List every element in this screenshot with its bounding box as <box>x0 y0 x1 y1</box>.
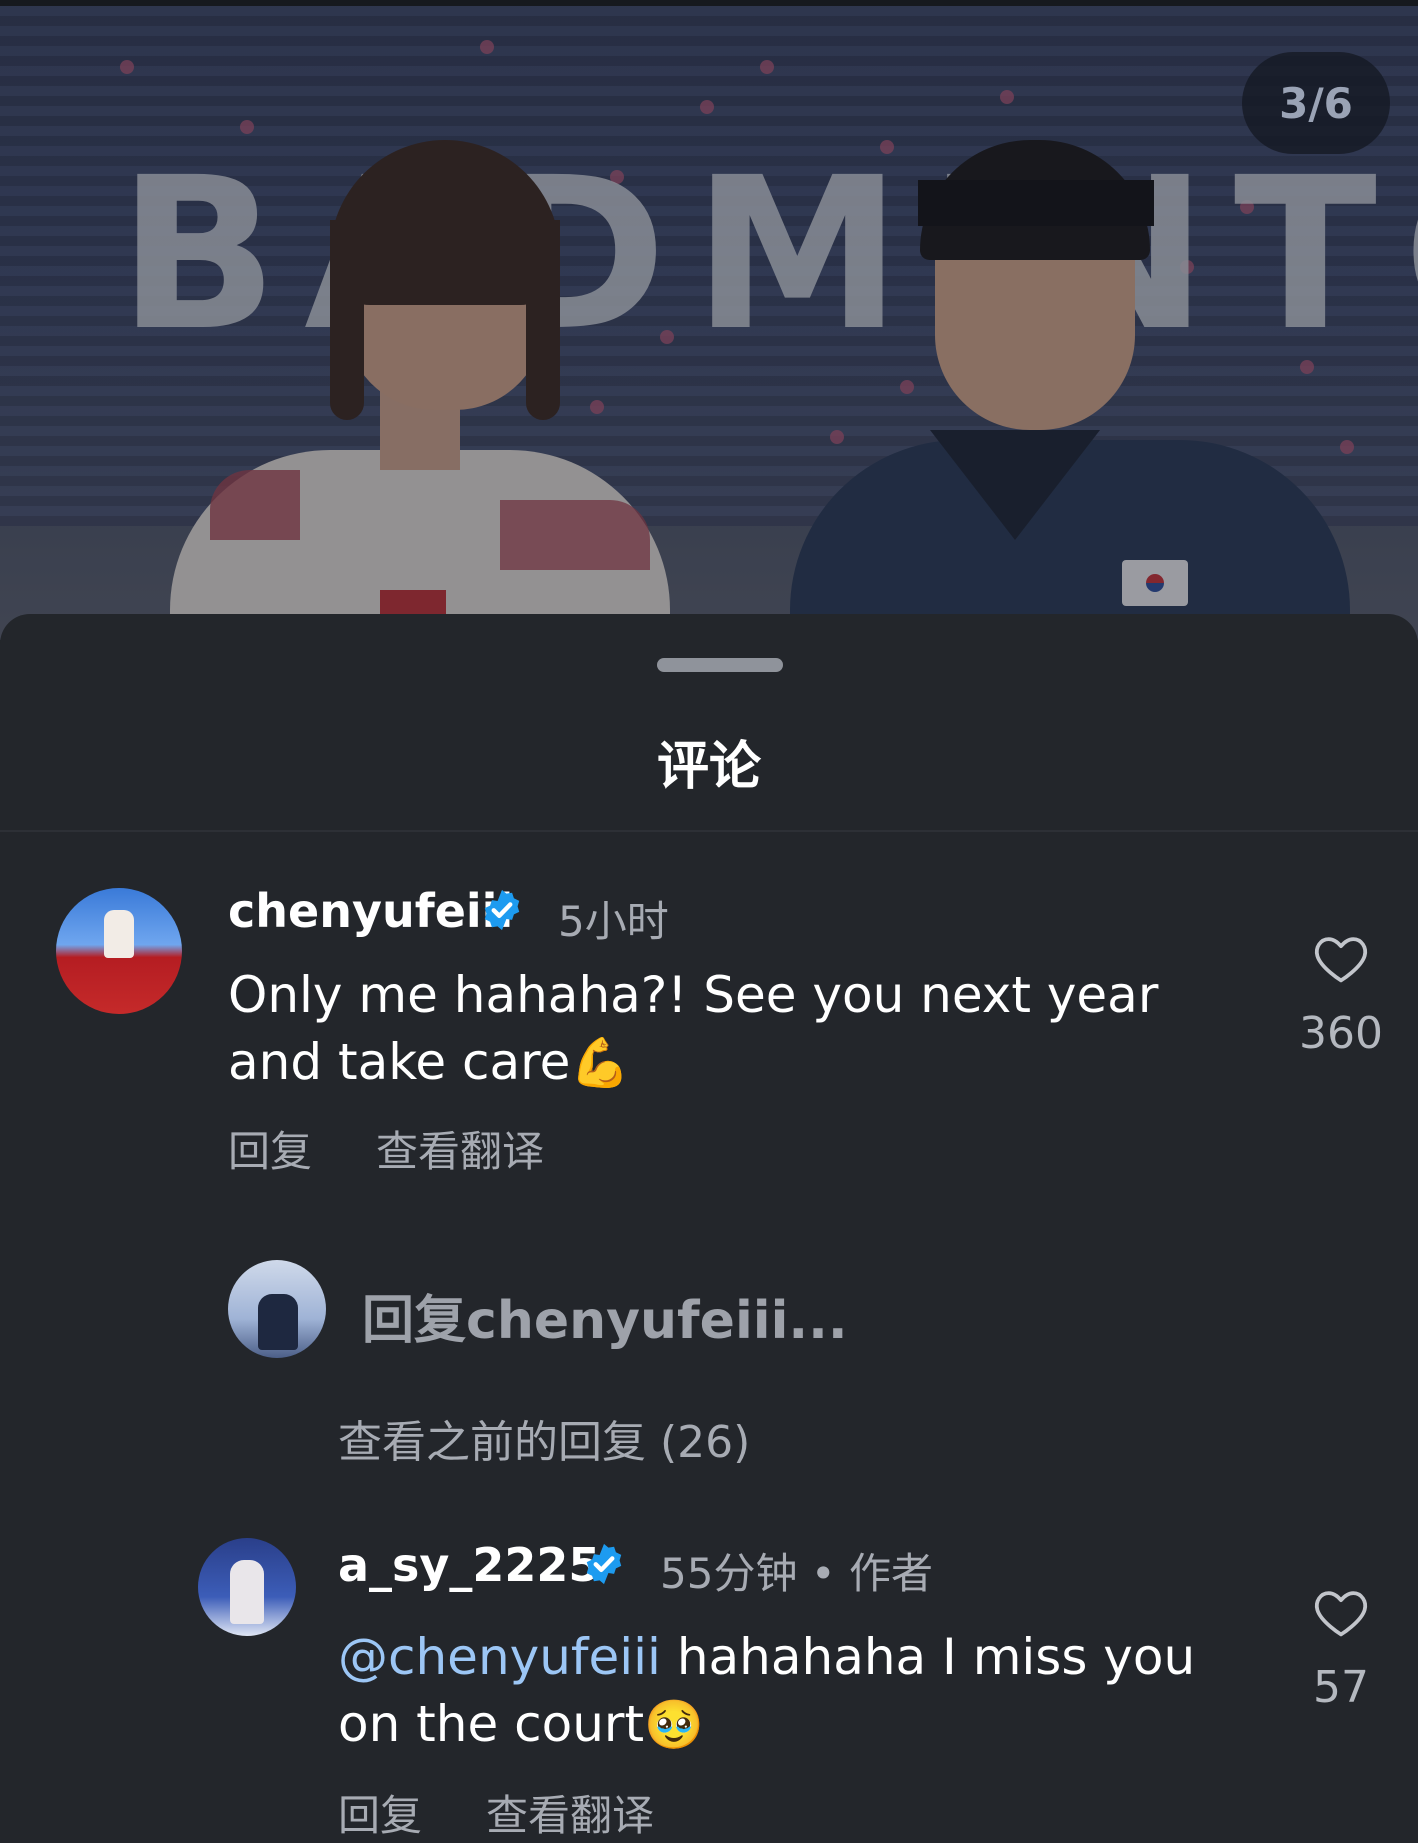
avatar[interactable] <box>198 1538 296 1636</box>
sheet-drag-handle[interactable] <box>657 658 783 672</box>
avatar-figure <box>230 1560 264 1624</box>
comment-username[interactable]: chenyufeiii <box>228 884 513 938</box>
verified-badge-icon <box>484 889 520 931</box>
comment-body: Only me hahaha?! See you next year and t… <box>228 962 1258 1097</box>
image-page-counter: 3/6 <box>1242 52 1390 154</box>
comment-text: Only me hahaha?! See you next year and t… <box>228 966 1159 1091</box>
reply-button[interactable]: 回复 <box>228 1118 312 1179</box>
post-photo[interactable]: BADMINTO 3/6 <box>0 0 1418 640</box>
translate-button[interactable]: 查看翻译 <box>486 1782 654 1843</box>
avatar[interactable] <box>56 888 182 1014</box>
comment-meta: 55分钟 • 作者 <box>660 1540 933 1601</box>
view-previous-replies-button[interactable]: 查看之前的回复 (26) <box>338 1406 750 1470</box>
heart-outline-icon[interactable] <box>1312 1586 1370 1638</box>
sheet-title: 评论 <box>656 737 761 797</box>
meta-separator: • <box>810 1549 836 1598</box>
pleading-face-emoji: 🥹 <box>644 1697 704 1753</box>
verified-badge-icon <box>586 1543 622 1585</box>
like-count: 57 <box>1313 1662 1369 1713</box>
author-badge: 作者 <box>848 1549 933 1598</box>
current-user-avatar <box>228 1260 326 1358</box>
user-mention-link[interactable]: @chenyufeiii <box>338 1628 661 1686</box>
avatar-figure <box>258 1294 298 1350</box>
reply-input[interactable]: 回复chenyufeiii... <box>362 1278 848 1353</box>
photo-dim-overlay <box>0 0 1418 640</box>
like-count: 360 <box>1299 1008 1383 1059</box>
avatar-figure <box>104 910 134 958</box>
translate-button[interactable]: 查看翻译 <box>376 1118 544 1179</box>
comment-body: @chenyufeiii hahahaha I miss you on the … <box>338 1624 1258 1759</box>
comment-timestamp: 55分钟 <box>660 1549 798 1598</box>
reply-button[interactable]: 回复 <box>338 1782 422 1843</box>
comment-username[interactable]: a_sy_2225 <box>338 1538 600 1592</box>
flexed-biceps-emoji: 💪 <box>570 1035 631 1091</box>
header-divider <box>0 830 1418 832</box>
comment-timestamp: 5小时 <box>558 897 669 946</box>
heart-outline-icon[interactable] <box>1312 932 1370 984</box>
